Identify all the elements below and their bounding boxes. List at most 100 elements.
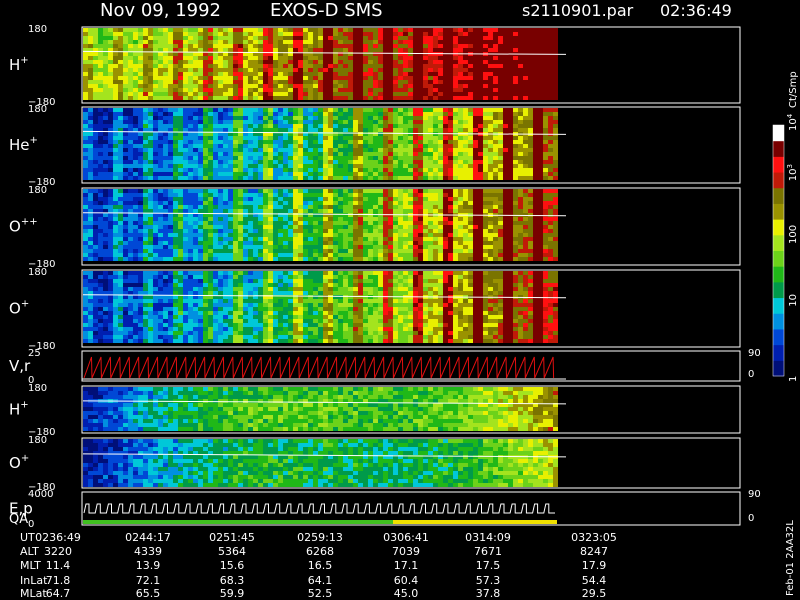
heatmap-cell [228, 116, 233, 120]
heatmap-cell [518, 164, 523, 168]
heatmap-cell [508, 108, 513, 112]
heatmap-cell [448, 68, 453, 72]
heatmap-cell [418, 148, 423, 152]
heatmap-cell [103, 189, 108, 193]
heatmap-cell [453, 124, 458, 128]
heatmap-cell [548, 128, 553, 132]
heatmap-cell [473, 225, 478, 229]
heatmap-cell [533, 32, 538, 36]
heatmap-cell [228, 193, 233, 197]
heatmap-cell [428, 48, 433, 52]
heatmap-cell [383, 201, 388, 205]
heatmap-cell [303, 237, 308, 241]
heatmap-cell [288, 249, 293, 253]
heatmap-cell [458, 108, 463, 112]
heatmap-cell [118, 245, 123, 249]
heatmap-cell [483, 56, 488, 60]
heatmap-cell [143, 241, 148, 245]
heatmap-cell [383, 237, 388, 241]
heatmap-cell [398, 257, 403, 261]
heatmap-cell [463, 148, 468, 152]
heatmap-cell [523, 48, 528, 52]
heatmap-cell [453, 116, 458, 120]
heatmap-cell [438, 140, 443, 144]
heatmap-cell [168, 253, 173, 257]
heatmap-cell [328, 209, 333, 213]
heatmap-cell [168, 44, 173, 48]
heatmap-cell [468, 68, 473, 72]
heatmap-cell [138, 88, 143, 92]
heatmap-cell [113, 189, 118, 193]
heatmap-cell [243, 84, 248, 88]
heatmap-cell [353, 48, 358, 52]
heatmap-cell [373, 221, 378, 225]
heatmap-cell [288, 241, 293, 245]
heatmap-cell [288, 257, 293, 261]
heatmap-cell [408, 229, 413, 233]
heatmap-cell [418, 229, 423, 233]
heatmap-cell [533, 152, 538, 156]
heatmap-cell [118, 108, 123, 112]
heatmap-cell [123, 193, 128, 197]
heatmap-cell [318, 64, 323, 68]
heatmap-cell [388, 64, 393, 68]
heatmap-cell [273, 80, 278, 84]
heatmap-cell [418, 92, 423, 96]
heatmap-cell [513, 108, 518, 112]
heatmap-cell [208, 253, 213, 257]
heatmap-cell [338, 84, 343, 88]
heatmap-cell [528, 160, 533, 164]
heatmap-cell [243, 233, 248, 237]
heatmap-cell [313, 112, 318, 116]
heatmap-cell [348, 40, 353, 44]
heatmap-cell [518, 48, 523, 52]
heatmap-cell [353, 237, 358, 241]
heatmap-cell [543, 36, 548, 40]
heatmap-cell [168, 189, 173, 193]
heatmap-cell [473, 209, 478, 213]
heatmap-cell [298, 160, 303, 164]
heatmap-cell [243, 140, 248, 144]
heatmap-cell [268, 164, 273, 168]
heatmap-cell [313, 209, 318, 213]
heatmap-cell [198, 249, 203, 253]
heatmap-cell [133, 176, 138, 180]
heatmap-cell [413, 172, 418, 176]
heatmap-cell [193, 136, 198, 140]
heatmap-cell [188, 144, 193, 148]
heatmap-cell [108, 36, 113, 40]
heatmap-cell [288, 108, 293, 112]
heatmap-cell [193, 241, 198, 245]
heatmap-cell [333, 112, 338, 116]
heatmap-cell [503, 205, 508, 209]
heatmap-cell [283, 32, 288, 36]
heatmap-cell [173, 148, 178, 152]
heatmap-cell [488, 233, 493, 237]
heatmap-cell [118, 72, 123, 76]
heatmap-cell [293, 40, 298, 44]
heatmap-cell [343, 44, 348, 48]
heatmap-cell [238, 237, 243, 241]
heatmap-cell [168, 164, 173, 168]
heatmap-cell [498, 60, 503, 64]
heatmap-cell [218, 221, 223, 225]
heatmap-cell [363, 193, 368, 197]
heatmap-cell [213, 124, 218, 128]
heatmap-cell [93, 144, 98, 148]
heatmap-cell [168, 108, 173, 112]
heatmap-cell [443, 221, 448, 225]
heatmap-cell [278, 249, 283, 253]
heatmap-cell [148, 144, 153, 148]
heatmap-cell [233, 160, 238, 164]
heatmap-cell [503, 140, 508, 144]
heatmap-cell [108, 56, 113, 60]
heatmap-cell [183, 245, 188, 249]
heatmap-cell [363, 168, 368, 172]
heatmap-cell [293, 48, 298, 52]
heatmap-cell [333, 233, 338, 237]
heatmap-cell [498, 217, 503, 221]
heatmap-cell [248, 229, 253, 233]
heatmap-cell [423, 28, 428, 32]
heatmap-cell [308, 152, 313, 156]
heatmap-cell [463, 140, 468, 144]
